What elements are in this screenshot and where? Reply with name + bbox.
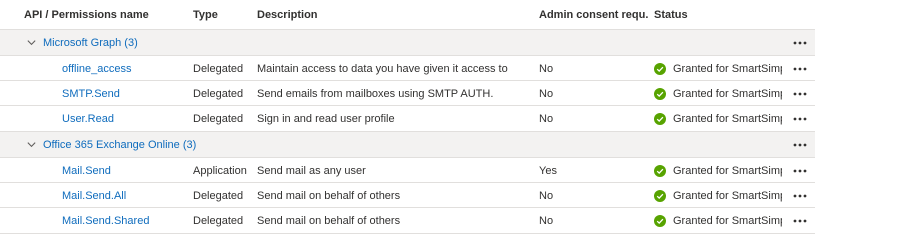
permission-description: Maintain access to data you have given i… (257, 62, 508, 75)
status-cell: Granted for SmartSimpl... (654, 56, 782, 81)
more-icon[interactable] (790, 183, 810, 208)
status-cell: Granted for SmartSimpl... (654, 81, 782, 106)
table-header: API / Permissions name Type Description … (0, 2, 815, 28)
status-text: Granted for SmartSimpl... (673, 189, 782, 202)
permission-link[interactable]: Mail.Send (62, 158, 187, 183)
chevron-down-icon (26, 37, 38, 49)
permission-description: Send emails from mailboxes using SMTP AU… (257, 87, 494, 100)
admin-consent-value: No (539, 62, 554, 75)
check-circle-icon (654, 189, 666, 202)
permission-link[interactable]: Mail.Send.Shared (62, 208, 187, 233)
permission-link[interactable]: User.Read (62, 106, 187, 131)
permission-type: Delegated (193, 189, 244, 202)
group-label: Office 365 Exchange Online (3) (43, 138, 197, 151)
status-text: Granted for SmartSimpl... (673, 112, 782, 125)
permission-description: Sign in and read user profile (257, 112, 395, 125)
column-header-status[interactable]: Status (654, 2, 782, 28)
status-text: Granted for SmartSimpl... (673, 62, 782, 75)
status-text: Granted for SmartSimpl... (673, 87, 782, 100)
status-cell: Granted for SmartSimpl... (654, 183, 782, 208)
column-header-type[interactable]: Type (193, 2, 253, 28)
column-header-api[interactable]: API / Permissions name (24, 2, 189, 28)
chevron-down-icon (26, 139, 38, 151)
group-toggle[interactable]: Office 365 Exchange Online (3) (26, 132, 346, 157)
permission-type: Delegated (193, 87, 244, 100)
more-icon[interactable] (790, 208, 810, 233)
status-text: Granted for SmartSimpl... (673, 214, 782, 227)
check-circle-icon (654, 112, 666, 125)
admin-consent-value: Yes (539, 164, 557, 177)
permission-type: Application (193, 164, 247, 177)
table-row: User.Read Delegated Sign in and read use… (0, 105, 815, 131)
column-header-description[interactable]: Description (257, 2, 535, 28)
check-circle-icon (654, 87, 666, 100)
more-icon[interactable] (790, 106, 810, 131)
table-bottom-divider (0, 233, 815, 234)
admin-consent-value: No (539, 189, 554, 202)
more-icon[interactable] (790, 30, 810, 55)
group-label: Microsoft Graph (3) (43, 36, 138, 49)
check-circle-icon (654, 62, 666, 75)
permission-description: Send mail as any user (257, 164, 366, 177)
table-row: Mail.Send.All Delegated Send mail on beh… (0, 182, 815, 208)
group-toggle[interactable]: Microsoft Graph (3) (26, 30, 346, 55)
table-row: SMTP.Send Delegated Send emails from mai… (0, 80, 815, 106)
permission-link[interactable]: Mail.Send.All (62, 183, 187, 208)
table-row: offline_access Delegated Maintain access… (0, 55, 815, 81)
permission-type: Delegated (193, 112, 244, 125)
group-row-office-365-exchange-online: Office 365 Exchange Online (3) (0, 131, 815, 157)
permission-description: Send mail on behalf of others (257, 189, 401, 202)
status-text: Granted for SmartSimpl... (673, 164, 782, 177)
status-cell: Granted for SmartSimpl... (654, 208, 782, 233)
admin-consent-value: No (539, 87, 554, 100)
permission-type: Delegated (193, 62, 244, 75)
admin-consent-value: No (539, 214, 554, 227)
more-icon[interactable] (790, 158, 810, 183)
table-row: Mail.Send.Shared Delegated Send mail on … (0, 207, 815, 233)
permission-description: Send mail on behalf of others (257, 214, 401, 227)
column-header-admin-consent[interactable]: Admin consent requ... (539, 2, 649, 28)
status-cell: Granted for SmartSimpl... (654, 106, 782, 131)
more-icon[interactable] (790, 56, 810, 81)
more-icon[interactable] (790, 132, 810, 157)
permission-link[interactable]: SMTP.Send (62, 81, 187, 106)
group-row-microsoft-graph: Microsoft Graph (3) (0, 29, 815, 55)
more-icon[interactable] (790, 81, 810, 106)
status-cell: Granted for SmartSimpl... (654, 158, 782, 183)
check-circle-icon (654, 214, 666, 227)
permission-type: Delegated (193, 214, 244, 227)
table-row: Mail.Send Application Send mail as any u… (0, 157, 815, 183)
check-circle-icon (654, 164, 666, 177)
admin-consent-value: No (539, 112, 554, 125)
permission-link[interactable]: offline_access (62, 56, 187, 81)
permissions-table: API / Permissions name Type Description … (0, 0, 901, 252)
